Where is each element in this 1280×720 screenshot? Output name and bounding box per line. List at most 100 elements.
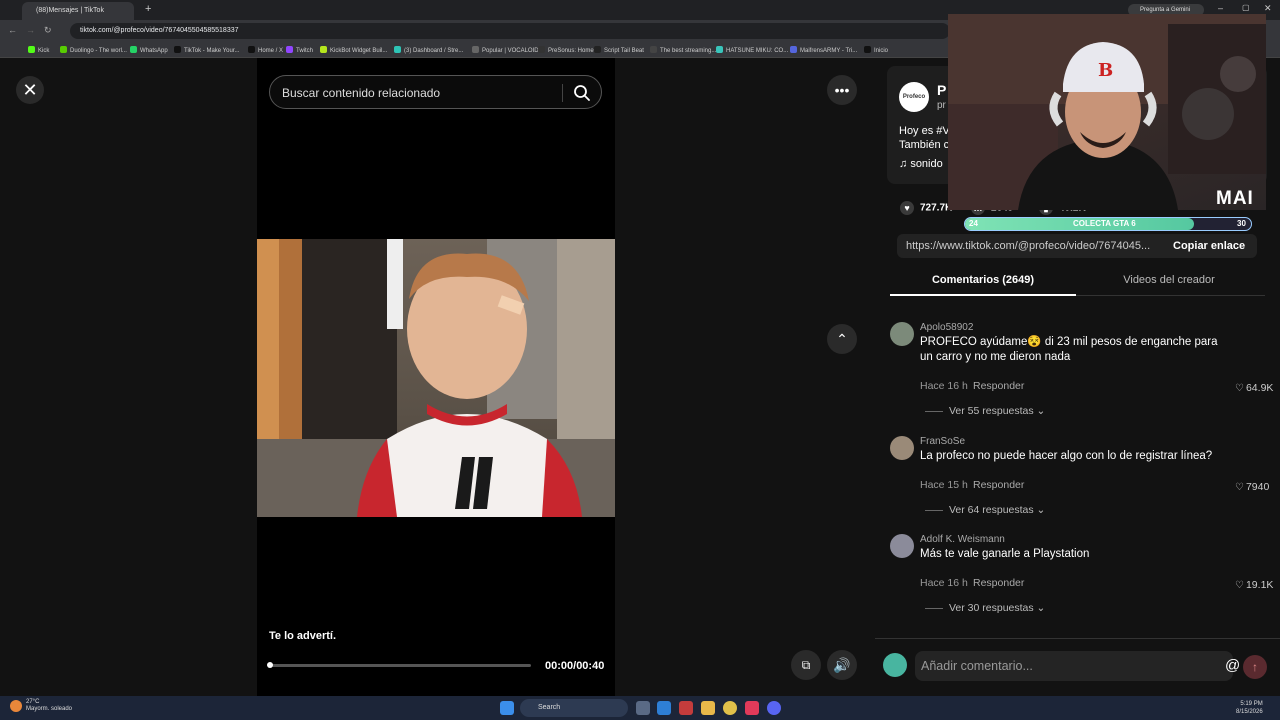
heart-outline-icon: ♡: [1235, 580, 1244, 591]
start-icon[interactable]: [500, 701, 514, 715]
bookmark-label: (3) Dashboard / Stre...: [404, 48, 464, 54]
bookmark-item[interactable]: MaifrensARMY - Tri...: [790, 46, 857, 54]
copy-link-button[interactable]: Copiar enlace: [1173, 240, 1245, 252]
reload-icon[interactable]: ↻: [44, 25, 52, 36]
tab-comments[interactable]: Comentarios (2649): [890, 264, 1076, 296]
clock-time: 5:19 PM: [1240, 701, 1263, 707]
author-avatar[interactable]: Profeco: [899, 82, 929, 112]
author-handle: pr: [937, 100, 946, 111]
close-button[interactable]: ✕: [16, 76, 44, 104]
comment-input[interactable]: Añadir comentario... @ ☺: [915, 651, 1265, 681]
heart-outline-icon: ♡: [1235, 383, 1244, 394]
app-icon[interactable]: [679, 701, 693, 715]
music-icon[interactable]: [745, 701, 759, 715]
weather-temp: 27°C: [26, 699, 40, 705]
floating-player-icon[interactable]: ⧉: [791, 650, 821, 680]
progress-bar[interactable]: [267, 662, 531, 668]
bookmark-label: KickBot Widget Buil...: [330, 48, 388, 54]
volume-icon[interactable]: 🔊: [827, 650, 857, 680]
search-bar[interactable]: Buscar contenido relacionado: [269, 75, 602, 109]
bookmark-item[interactable]: (3) Dashboard / Stre...: [394, 46, 463, 54]
edge-icon[interactable]: [657, 701, 671, 715]
maximize-icon[interactable]: ▢: [1242, 3, 1250, 12]
search-icon[interactable]: [572, 83, 592, 103]
video-player[interactable]: Buscar contenido relacionado Te lo adver…: [257, 58, 615, 696]
chrome-icon[interactable]: [723, 701, 737, 715]
progress-knob[interactable]: [267, 662, 273, 668]
bookmark-item[interactable]: Inicio: [864, 46, 888, 54]
previous-video-button[interactable]: ⌃: [827, 324, 857, 354]
bookmark-item[interactable]: Script Tail Beat: [594, 46, 644, 54]
bookmark-icon: [538, 46, 545, 53]
back-icon[interactable]: ←: [8, 25, 17, 35]
bookmark-label: PreSonus: Home: [548, 48, 594, 54]
more-options-icon[interactable]: •••: [827, 75, 857, 105]
bookmark-item[interactable]: WhatsApp: [130, 46, 168, 54]
reply-button[interactable]: Responder: [973, 577, 1024, 589]
new-tab-icon[interactable]: +: [145, 3, 151, 15]
bookmark-icon: [248, 46, 255, 53]
bookmark-item[interactable]: Popular | VOCALOID...: [472, 46, 544, 54]
bookmark-icon: [594, 46, 601, 53]
search-placeholder: Buscar contenido relacionado: [282, 86, 441, 100]
comment-like-button[interactable]: ♡ 64.9K: [1235, 382, 1273, 394]
bookmark-item[interactable]: Duolingo - The worl...: [60, 46, 127, 54]
comment-avatar[interactable]: [890, 322, 914, 346]
comment-like-button[interactable]: ♡ 19.1K: [1235, 579, 1273, 591]
clock[interactable]: 5:19 PM 8/15/2026: [1236, 700, 1263, 716]
taskbar-search[interactable]: Search: [520, 699, 628, 717]
file-explorer-icon[interactable]: [701, 701, 715, 715]
address-bar[interactable]: tiktok.com/@profeco/video/76740455045855…: [70, 23, 950, 39]
chevron-down-icon: ⌄: [1033, 504, 1046, 516]
discord-icon[interactable]: [767, 701, 781, 715]
bookmark-item[interactable]: HATSUNE MIKU: CO...: [716, 46, 788, 54]
bookmark-label: Popular | VOCALOID...: [482, 48, 544, 54]
bookmark-icon: [60, 46, 67, 53]
task-view-icon[interactable]: [636, 701, 650, 715]
video-frame: [257, 239, 615, 517]
view-replies-label: Ver 55 respuestas: [949, 405, 1034, 417]
comment-time: Hace 16 h: [920, 577, 968, 589]
bookmark-item[interactable]: The best streaming...: [650, 46, 716, 54]
comment-username[interactable]: Apolo58902: [920, 322, 973, 333]
sound-link[interactable]: ♫ sonido: [899, 158, 943, 170]
close-window-icon[interactable]: ✕: [1264, 3, 1272, 14]
description-line: También c: [899, 139, 950, 151]
comment-username[interactable]: FranSoSe: [920, 436, 965, 447]
tab-creator-videos[interactable]: Videos del creador: [1076, 264, 1262, 296]
comment-avatar[interactable]: [890, 436, 914, 460]
browser-tab[interactable]: (88)Mensajes | TikTok: [22, 2, 134, 20]
bookmark-label: HATSUNE MIKU: CO...: [726, 48, 789, 54]
view-replies-button[interactable]: Ver 30 respuestas ⌄: [925, 602, 1045, 614]
mention-icon[interactable]: @: [1225, 657, 1240, 674]
bookmark-item[interactable]: TikTok - Make Your...: [174, 46, 239, 54]
view-replies-button[interactable]: Ver 64 respuestas ⌄: [925, 504, 1045, 516]
minimize-icon[interactable]: –: [1218, 3, 1223, 13]
reply-button[interactable]: Responder: [973, 479, 1024, 491]
bookmark-item[interactable]: PreSonus: Home: [538, 46, 594, 54]
bookmark-item[interactable]: KickBot Widget Buil...: [320, 46, 387, 54]
bookmark-item[interactable]: Kick: [28, 46, 49, 54]
author-name[interactable]: P: [937, 82, 946, 98]
forward-icon[interactable]: →: [26, 25, 35, 35]
comment-username[interactable]: Adolf K. Weismann: [920, 534, 1005, 545]
weather-widget[interactable]: 27°C Mayorm. soleado: [10, 699, 72, 713]
comment-item: FranSoSe La profeco no puede hacer algo c…: [890, 436, 1270, 526]
send-button[interactable]: ↑: [1243, 655, 1267, 679]
bookmark-item[interactable]: Twitch: [286, 46, 313, 54]
bookmark-label: Kick: [38, 48, 50, 54]
heart-outline-icon: ♡: [1235, 482, 1244, 493]
bookmark-icon: [320, 46, 327, 53]
comment-avatar[interactable]: [890, 534, 914, 558]
bookmark-label: Script Tail Beat: [604, 48, 644, 54]
bookmark-item[interactable]: Home / X: [248, 46, 283, 54]
comment-like-button[interactable]: ♡ 7940: [1235, 481, 1269, 493]
view-replies-button[interactable]: Ver 55 respuestas ⌄: [925, 405, 1045, 417]
comment-text: PROFECO ayúdame😵 di 23 mil pesos de enga…: [920, 336, 1218, 363]
reply-button[interactable]: Responder: [973, 380, 1024, 392]
svg-text:B: B: [1098, 60, 1113, 81]
bookmark-label: Twitch: [296, 48, 314, 54]
video-link[interactable]: https://www.tiktok.com/@profeco/video/76…: [906, 240, 1156, 252]
like-button[interactable]: ♥ 727.7K: [900, 201, 952, 215]
webcam-overlay: B: [948, 14, 1266, 210]
